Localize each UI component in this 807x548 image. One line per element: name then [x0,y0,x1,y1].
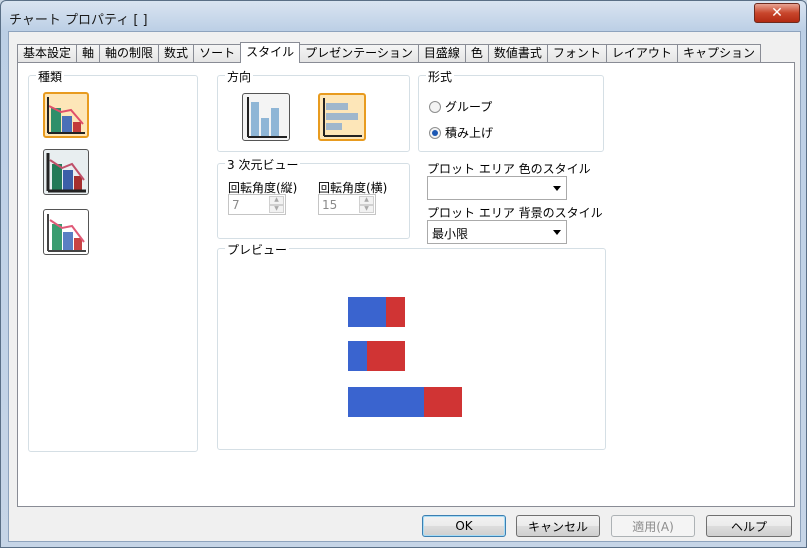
chart-type-style-3-button[interactable] [43,209,89,255]
close-button[interactable]: ✕ [754,3,800,23]
preview-bar-red [367,341,405,371]
preview-bar-red [386,297,405,327]
tab-11[interactable]: レイアウト [605,44,678,63]
plot-color-style-select[interactable] [427,176,567,200]
preview-bar-blue [348,387,424,417]
type-group: 種類 [28,68,198,452]
dialog-client: 基本設定軸軸の制限 数式 ソート スタイル プレゼンテーション 目盛線色数値書式 フォントレ… [8,31,801,542]
plot-bg-style-value: 最小限 [432,227,469,241]
group-radio[interactable] [429,100,441,113]
tab-3[interactable]: 数式 [158,44,195,63]
tab-9[interactable]: 数値書式 [487,44,548,63]
group-option[interactable]: グループ [429,98,492,115]
plot-bg-style-select[interactable]: 最小限 [427,220,567,244]
stepper-down-icon[interactable]: ▼ [269,204,284,213]
tab-2[interactable]: 軸の制限 [99,44,160,63]
flat-chart-icon [47,214,86,252]
view3d-group: 3 次元ビュー 回転角度(縦) 回転角度(横) 7 ▲ ▼ 15 ▲ ▼ [217,156,410,239]
stacked-option[interactable]: 積み上げ [429,124,493,141]
chart-type-style-2-button[interactable] [43,149,89,195]
chevron-down-icon [553,186,561,191]
tab-6[interactable]: プレゼンテーション [299,44,419,63]
cancel-button[interactable]: キャンセル [516,515,600,537]
horizontal-bars-icon [323,98,362,137]
stacked-option-label: 積み上げ [445,126,494,140]
tab-panel-style: 種類 方向 形式 グループ 積み上げ 3 次元ビュー 回転角度(縦) 回転角度(… [17,62,795,507]
stepper-down-icon[interactable]: ▼ [359,204,374,213]
tab-bar: 基本設定軸軸の制限 数式 ソート スタイル プレゼンテーション 目盛線色数値書式 フォントレ… [17,42,761,63]
apply-button[interactable]: 適用(A) [611,515,695,537]
preview-bar-blue [348,341,367,371]
preview-bar-red [424,387,462,417]
group-option-label: グループ [445,100,493,114]
tab-5[interactable]: スタイル [240,42,301,63]
form-group: 形式 グループ 積み上げ [418,68,604,152]
stacked-radio[interactable] [429,126,441,139]
tab-0[interactable]: 基本設定 [17,44,78,63]
plot-color-style-label: プロット エリア 色のスタイル [427,162,591,176]
mixed-chart-icon [47,97,85,134]
horizontal-rotation-value: 15 [322,198,338,212]
chart-type-style-1-button[interactable] [43,92,89,138]
vertical-bars-icon [247,97,287,138]
tab-7[interactable]: 目盛線 [417,44,466,63]
help-button[interactable]: ヘルプ [706,515,792,537]
type-group-label: 種類 [36,68,65,85]
vertical-bars-button[interactable] [242,93,290,141]
view3d-group-label: 3 次元ビュー [225,156,301,173]
form-group-label: 形式 [426,68,455,85]
direction-group: 方向 [217,68,410,152]
vertical-rotation-stepper[interactable]: 7 ▲ ▼ [228,194,286,215]
chevron-down-icon [553,230,561,235]
window-title: チャート プロパティ [ ] [9,13,148,28]
tab-4[interactable]: ソート [193,44,242,63]
horizontal-bars-button[interactable] [318,93,366,141]
tab-1[interactable]: 軸 [76,44,101,63]
preview-bar-blue [348,297,386,327]
plot-bg-style-label: プロット エリア 背景のスタイル [427,206,603,220]
ok-button[interactable]: OK [422,515,506,537]
tab-12[interactable]: キャプション [676,44,761,63]
direction-group-label: 方向 [225,68,254,85]
preview-chart [218,249,605,449]
stepper-up-icon[interactable]: ▲ [359,196,374,205]
vertical-rotation-value: 7 [232,198,240,212]
tab-10[interactable]: フォント [546,44,607,63]
preview-group: プレビュー [217,241,606,450]
horizontal-rotation-stepper[interactable]: 15 ▲ ▼ [318,194,376,215]
tab-8[interactable]: 色 [464,44,489,63]
stepper-up-icon[interactable]: ▲ [269,196,284,205]
dialog-window: チャート プロパティ [ ] ✕ 基本設定軸軸の制限 数式 ソート スタイル プレゼンテ… [0,0,807,548]
3d-chart-icon [46,153,86,193]
